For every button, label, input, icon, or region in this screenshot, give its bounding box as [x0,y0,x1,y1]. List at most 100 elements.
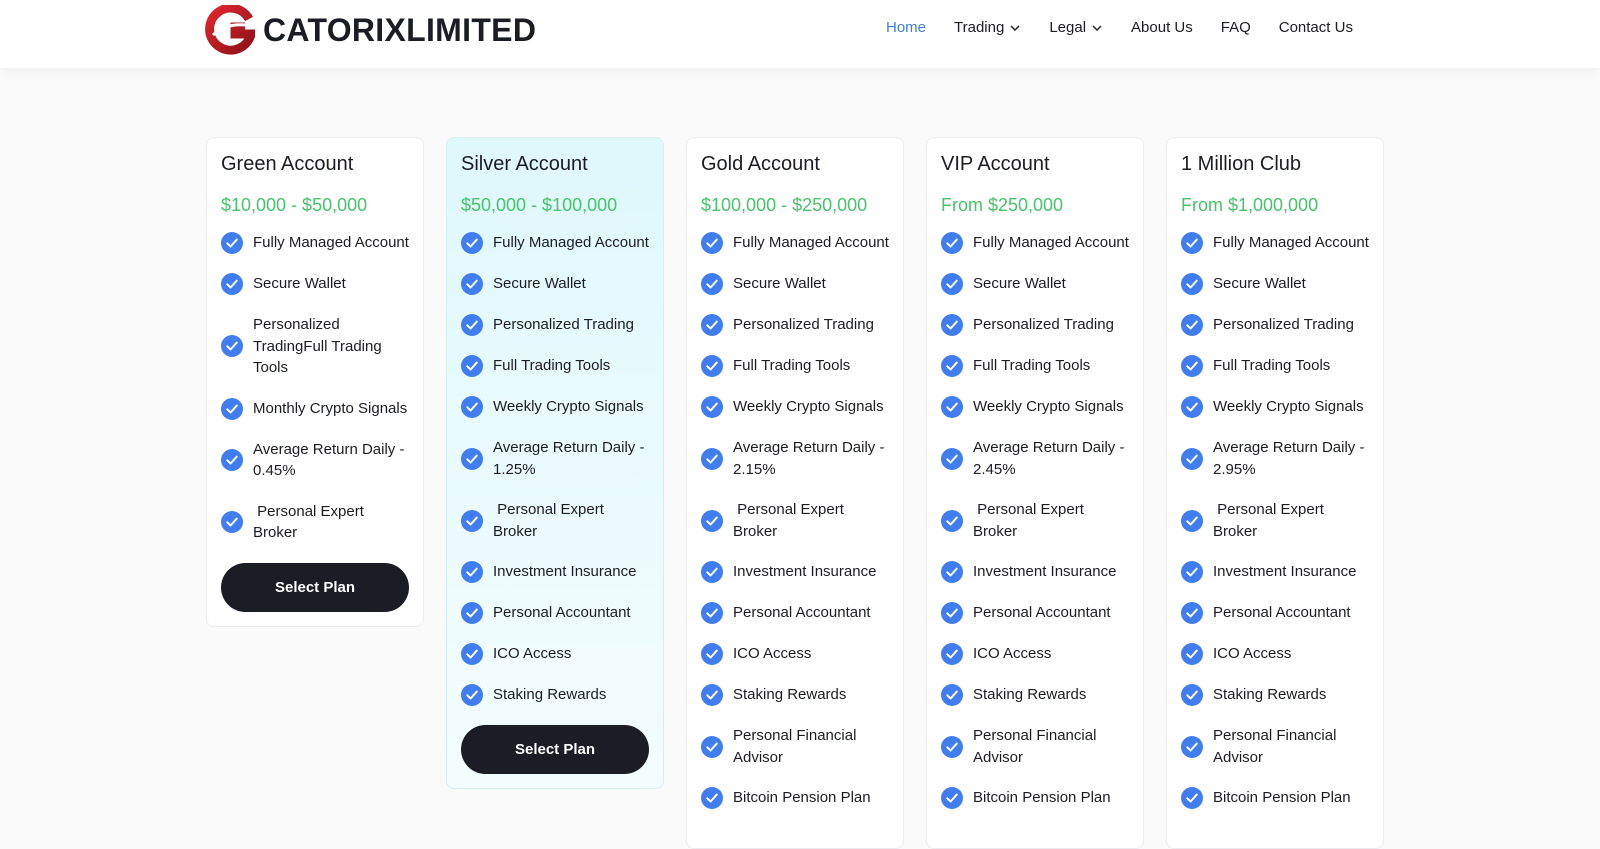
plan-feature-label: Personal Accountant [493,604,631,622]
plan-feature-label: Staking Rewards [733,686,847,704]
plan-feature-label: Full Trading Tools [733,357,851,375]
check-circle-icon [1181,232,1203,254]
plan-feature: Average Return Daily - 2.45% [941,437,1129,480]
check-circle-icon [701,273,723,295]
plan-feature: ICO Access [461,643,649,665]
plan-feature: Fully Managed Account [461,232,649,254]
plan-feature-label: ICO Access [973,645,1052,663]
plan-feature-label: Investment Insurance [973,563,1117,581]
brand-logo[interactable]: CATORIXLIMITED [205,5,536,55]
plan-feature-label: Weekly Crypto Signals [733,398,884,416]
plan-feature-label: Average Return Daily - 2.45% [973,439,1129,478]
plan-title: Green Account [221,153,354,175]
plan-feature: Personal Accountant [1181,602,1369,624]
plan-feature-label: ICO Access [1213,645,1292,663]
plan-feature-label: Personal Expert Broker [493,501,609,540]
plan-feature: Personalized Trading [701,314,889,336]
nav-about-us[interactable]: About Us [1131,19,1193,36]
check-circle-icon [941,561,963,583]
plan-feature-label: Staking Rewards [1213,686,1327,704]
check-circle-icon [941,735,963,758]
check-circle-icon [1181,602,1203,624]
plan-feature-label: Full Trading Tools [493,357,611,375]
plan-price: $100,000 - $250,000 [701,195,868,215]
check-circle-icon [941,509,963,532]
nav-faq[interactable]: FAQ [1221,19,1251,36]
plan-feature-label: Secure Wallet [733,275,826,293]
check-circle-icon [221,511,243,533]
check-circle-icon [221,449,243,471]
plan-feature-label: Secure Wallet [253,275,346,293]
check-circle-icon [701,447,723,470]
plan-feature: Fully Managed Account [1181,232,1369,254]
plan-feature: Full Trading Tools [1181,355,1369,377]
plan-card: VIP Account From $250,000 Fully Managed Ac… [926,137,1144,849]
plan-feature-label: Personal Expert Broker [733,501,849,540]
plan-feature-label: Personal Expert Broker [253,502,369,542]
plan-feature-label: Fully Managed Account [253,234,409,252]
plan-feature: Investment Insurance [1181,561,1369,583]
g-swoosh-logo-icon [205,5,255,55]
plan-feature: Personal Expert Broker [701,499,889,542]
nav-legal[interactable]: Legal [1049,19,1103,36]
plan-feature: Personal Accountant [941,602,1129,624]
check-circle-icon [701,643,723,665]
plan-feature-label: Bitcoin Pension Plan [1213,789,1351,807]
check-circle-icon [221,335,243,358]
plan-feature: Investment Insurance [941,561,1129,583]
plan-feature-label: Personal Financial Advisor [1213,727,1340,766]
plan-feature-label: Personal Financial Advisor [973,727,1100,766]
check-circle-icon [701,735,723,758]
nav-home[interactable]: Home [886,19,926,36]
plan-feature-label: Weekly Crypto Signals [973,398,1124,416]
plan-feature: Personal Expert Broker [221,501,409,544]
check-circle-icon [941,643,963,665]
check-circle-icon [701,396,723,418]
check-circle-icon [701,787,723,809]
plan-feature: Fully Managed Account [701,232,889,254]
plan-feature-label: Staking Rewards [973,686,1087,704]
check-circle-icon [701,509,723,532]
check-circle-icon [461,643,483,665]
plan-feature-label: Average Return Daily - 1.25% [493,439,649,478]
check-circle-icon [461,561,483,583]
plan-feature: Investment Insurance [461,561,649,583]
check-circle-icon [1181,561,1203,583]
select-plan-button[interactable]: Select Plan [461,725,649,774]
brand-name: CATORIXLIMITED [263,11,537,48]
plan-feature-label: Personal Financial Advisor [733,727,860,766]
plan-feature-label: Bitcoin Pension Plan [973,789,1111,807]
check-circle-icon [941,396,963,418]
plan-feature-label: Monthly Crypto Signals [253,399,408,417]
nav-about-us-label: About Us [1131,19,1193,36]
plan-card: 1 Million Club From $1,000,000 Fully Manag… [1166,137,1384,849]
nav-contact-us[interactable]: Contact Us [1279,19,1353,36]
nav-trading[interactable]: Trading [954,19,1021,36]
check-circle-icon [701,355,723,377]
plan-card: Silver Account $50,000 - $100,000 Fully Ma… [446,137,664,789]
plan-feature-label: Secure Wallet [973,275,1066,293]
select-plan-button[interactable]: Select Plan [221,562,409,612]
check-circle-icon [701,232,723,254]
plan-feature-label: Average Return Daily - 0.45% [253,440,409,480]
plan-feature-label: Secure Wallet [493,275,586,293]
check-circle-icon [1181,787,1203,809]
plan-feature: Secure Wallet [701,273,889,295]
check-circle-icon [461,509,483,532]
plan-feature-label: Personal Expert Broker [973,501,1089,540]
plan-feature: ICO Access [701,643,889,665]
plan-feature: Personalized Trading [1181,314,1369,336]
plan-feature: Staking Rewards [1181,684,1369,706]
plan-feature: Personal Financial Advisor [941,725,1129,768]
nav-trading-label: Trading [954,19,1005,36]
plan-feature: Secure Wallet [461,273,649,295]
check-circle-icon [461,447,483,470]
plan-feature: Personalized TradingFull Trading Tools [221,314,409,379]
plan-feature-label: Investment Insurance [733,563,877,581]
check-circle-icon [941,232,963,254]
plan-feature: Personalized Trading [941,314,1129,336]
check-circle-icon [221,232,243,254]
plan-feature-label: Bitcoin Pension Plan [733,789,871,807]
plan-feature-label: Personal Accountant [1213,604,1351,622]
plan-price: $10,000 - $50,000 [221,195,368,215]
